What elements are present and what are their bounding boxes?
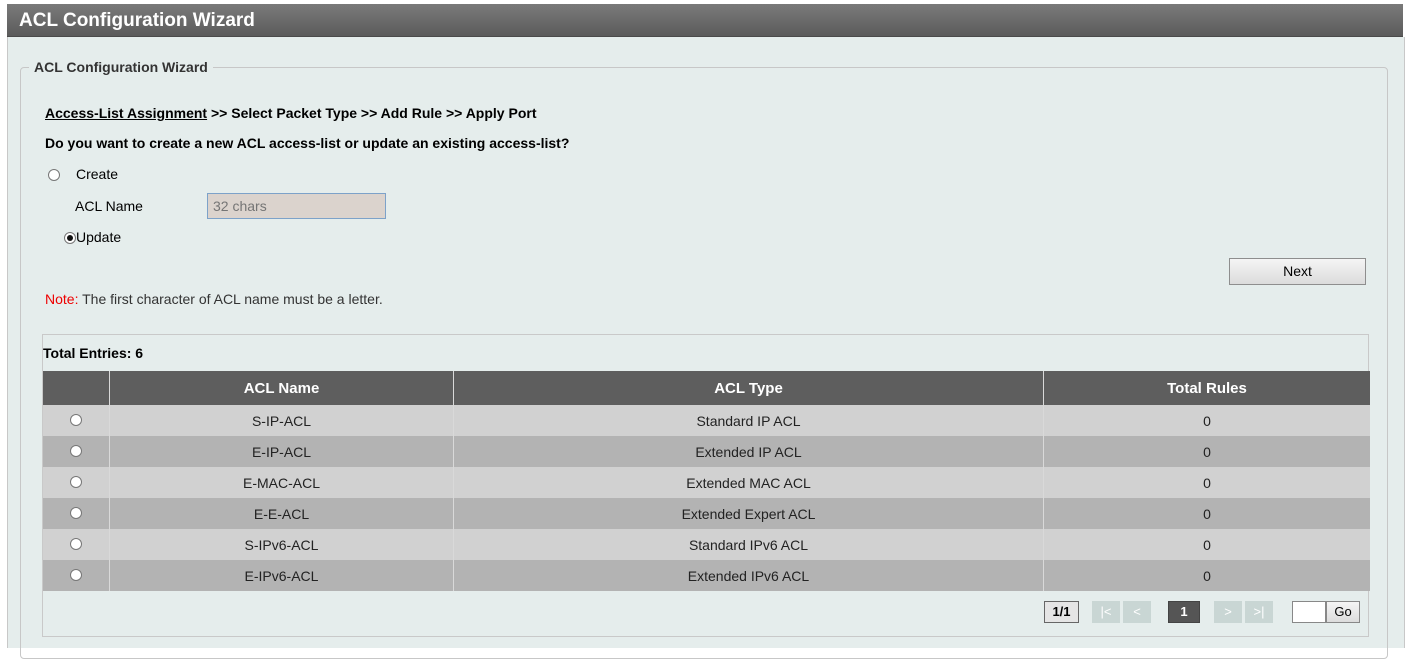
acl-name-cell: S-IP-ACL <box>109 405 454 436</box>
total-rules-cell: 0 <box>1043 405 1370 436</box>
acl-name-cell: S-IPv6-ACL <box>109 529 454 560</box>
row-select-radio[interactable] <box>70 506 82 519</box>
acl-table: ACL Name ACL Type Total Rules S-IP-ACL S… <box>43 371 1370 591</box>
table-row: E-E-ACL Extended Expert ACL 0 <box>43 498 1370 529</box>
row-select-radio[interactable] <box>70 413 82 426</box>
table-row: S-IPv6-ACL Standard IPv6 ACL 0 <box>43 529 1370 560</box>
acl-type-column-header: ACL Type <box>453 371 1044 405</box>
row-select-cell <box>43 436 110 467</box>
breadcrumb-next-steps: >> Select Packet Type >> Add Rule >> App… <box>207 105 537 121</box>
go-button[interactable]: Go <box>1326 601 1360 623</box>
page-number-input[interactable] <box>1292 601 1326 623</box>
note-message: The first character of ACL name must be … <box>82 291 383 307</box>
note-text: Note: The first character of ACL name mu… <box>45 291 383 307</box>
acl-name-cell: E-IPv6-ACL <box>109 560 454 591</box>
row-select-cell <box>43 529 110 560</box>
row-select-radio[interactable] <box>70 537 82 550</box>
last-page-button[interactable]: >| <box>1245 601 1273 623</box>
wizard-question: Do you want to create a new ACL access-l… <box>45 135 570 151</box>
total-rules-cell: 0 <box>1043 529 1370 560</box>
table-header-row: ACL Name ACL Type Total Rules <box>43 371 1370 405</box>
window-title: ACL Configuration Wizard <box>19 10 255 31</box>
table-row: E-MAC-ACL Extended MAC ACL 0 <box>43 467 1370 498</box>
row-select-radio[interactable] <box>70 475 82 488</box>
table-row: E-IP-ACL Extended IP ACL 0 <box>43 436 1370 467</box>
page-info: 1/1 <box>1044 601 1079 623</box>
breadcrumb-current-step: Access-List Assignment <box>45 105 208 121</box>
next-page-button[interactable]: > <box>1214 601 1242 623</box>
row-select-cell <box>43 467 110 498</box>
create-label: Create <box>76 166 119 182</box>
total-rules-cell: 0 <box>1043 560 1370 591</box>
acl-name-label: ACL Name <box>75 198 143 214</box>
acl-list-panel: Total Entries: 6 ACL Name ACL Type Total… <box>42 334 1370 637</box>
create-radio[interactable] <box>48 169 60 181</box>
row-select-radio[interactable] <box>70 568 82 581</box>
update-radio[interactable] <box>63 232 76 244</box>
total-rules-cell: 0 <box>1043 436 1370 467</box>
acl-name-cell: E-MAC-ACL <box>109 467 454 498</box>
update-label: Update <box>76 229 122 245</box>
wizard-legend: ACL Configuration Wizard <box>34 59 208 75</box>
current-page-button[interactable]: 1 <box>1168 601 1200 623</box>
acl-type-cell: Extended IP ACL <box>453 436 1044 467</box>
acl-type-cell: Extended IPv6 ACL <box>453 560 1044 591</box>
table-row: S-IP-ACL Standard IP ACL 0 <box>43 405 1370 436</box>
table-row: E-IPv6-ACL Extended IPv6 ACL 0 <box>43 560 1370 591</box>
row-select-cell <box>43 498 110 529</box>
first-page-button[interactable]: |< <box>1092 601 1120 623</box>
total-entries: Total Entries: 6 <box>43 345 144 361</box>
next-button[interactable]: Next <box>1229 258 1366 285</box>
acl-name-cell: E-E-ACL <box>109 498 454 529</box>
acl-name-column-header: ACL Name <box>109 371 454 405</box>
row-select-cell <box>43 560 110 591</box>
row-select-radio[interactable] <box>70 444 82 457</box>
total-rules-column-header: Total Rules <box>1043 371 1370 405</box>
note-label: Note: <box>45 291 79 307</box>
prev-page-button[interactable]: < <box>1123 601 1151 623</box>
total-rules-cell: 0 <box>1043 467 1370 498</box>
select-column-header <box>43 371 110 405</box>
acl-type-cell: Extended Expert ACL <box>453 498 1044 529</box>
title-bar: ACL Configuration Wizard <box>7 4 1403 37</box>
acl-type-cell: Extended MAC ACL <box>453 467 1044 498</box>
acl-name-cell: E-IP-ACL <box>109 436 454 467</box>
acl-type-cell: Standard IP ACL <box>453 405 1044 436</box>
breadcrumb: Access-List Assignment >> Select Packet … <box>45 105 536 121</box>
total-rules-cell: 0 <box>1043 498 1370 529</box>
acl-name-input[interactable] <box>207 193 386 219</box>
acl-type-cell: Standard IPv6 ACL <box>453 529 1044 560</box>
row-select-cell <box>43 405 110 436</box>
content-area: ACL Configuration Wizard Access-List Ass… <box>7 37 1405 659</box>
